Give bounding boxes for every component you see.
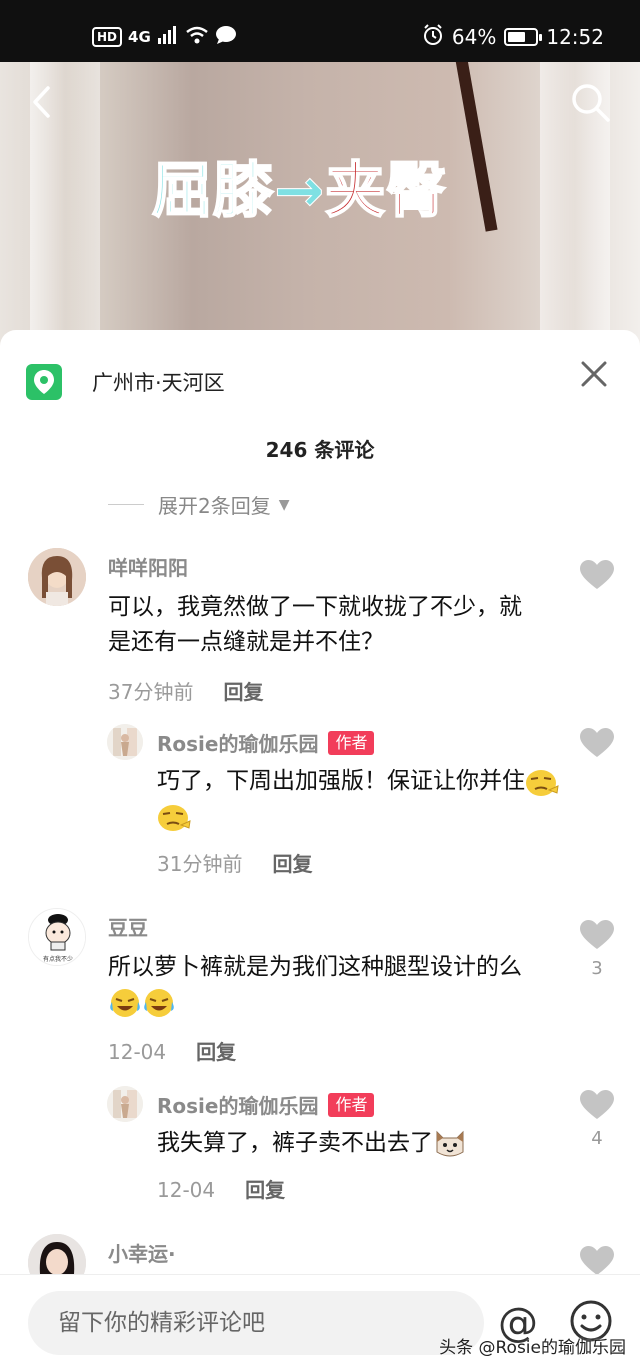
location-text: 广州市·天河区 — [92, 371, 225, 395]
status-bar: HD 4G 64% 12:52 — [0, 0, 640, 62]
message-icon — [215, 25, 237, 49]
smug-emoji-icon — [157, 801, 191, 833]
hd-indicator: HD — [92, 27, 123, 47]
battery-icon — [504, 28, 543, 46]
wall-pole — [454, 62, 498, 232]
comments-panel: 广州市·天河区 246 条评论 展开2条回复 ▼ 咩咩阳阳 可以，我竟然做了一下… — [0, 330, 640, 1369]
comment-time: 12-04 — [108, 1040, 167, 1064]
status-left: HD 4G — [92, 22, 237, 52]
laughing-crying-emoji-icon — [142, 987, 176, 1019]
comment-text: 我失算了，裤子卖不出去了 — [157, 1126, 567, 1161]
caption-part1: 屈膝 — [151, 155, 274, 227]
like-button[interactable] — [580, 728, 614, 766]
heart-icon — [580, 1090, 614, 1119]
avatar-caption: 有点我不少 — [42, 956, 73, 963]
author-badge: 作者 — [328, 730, 375, 755]
comment-meta: 12-04 回复 — [157, 1174, 285, 1203]
location-row[interactable]: 广州市·天河区 — [26, 362, 225, 402]
alarm-icon — [422, 23, 444, 51]
comment-author[interactable]: 咩咩阳阳 — [108, 552, 188, 581]
comment-author[interactable]: 小幸运· — [108, 1238, 176, 1267]
battery-fill — [508, 32, 525, 42]
battery-percent: 64% — [451, 25, 497, 49]
comment-text-content: 我失算了，裤子卖不出去了 — [157, 1130, 433, 1156]
comment-meta: 37分钟前 回复 — [108, 676, 263, 705]
comment-author: Rosie的瑜伽乐园 作者 — [157, 1090, 375, 1119]
back-button[interactable] — [24, 82, 64, 122]
author-name[interactable]: Rosie的瑜伽乐园 — [157, 728, 318, 757]
back-arrow-icon — [33, 86, 50, 118]
location-pin-icon — [26, 364, 62, 400]
heart-icon — [580, 560, 614, 589]
avatar[interactable] — [28, 548, 86, 606]
caret-down-icon: ▼ — [278, 496, 290, 513]
comment-time: 31分钟前 — [157, 852, 243, 876]
avatar[interactable] — [107, 724, 143, 760]
wifi-icon — [185, 26, 209, 48]
divider-line — [108, 504, 144, 505]
reply-button[interactable]: 回复 — [272, 852, 312, 876]
comment-time: 37分钟前 — [108, 680, 194, 704]
status-right: 64% 12:52 — [422, 22, 604, 52]
watermark: 头条 @Rosie的瑜伽乐园 — [439, 1338, 626, 1358]
avatar-image — [107, 724, 143, 760]
expand-replies-button[interactable]: 展开2条回复 ▼ — [108, 490, 290, 519]
like-button[interactable] — [580, 560, 614, 598]
like-button[interactable]: 4 — [580, 1090, 614, 1149]
avatar-image — [28, 548, 86, 606]
video-caption: 屈膝→夹臀 — [151, 142, 448, 229]
reply-button[interactable]: 回复 — [223, 680, 263, 704]
heart-icon — [580, 920, 614, 949]
comment-time: 12-04 — [157, 1178, 216, 1202]
comment-input-bar: @ 头条 @Rosie的瑜伽乐园 — [0, 1274, 640, 1369]
comment-meta: 12-04 回复 — [108, 1036, 236, 1065]
author-name[interactable]: Rosie的瑜伽乐园 — [157, 1090, 318, 1119]
comment-author[interactable]: 豆豆 — [108, 912, 148, 941]
like-button[interactable]: 3 — [580, 920, 614, 979]
comment-count: 246 条评论 — [265, 438, 375, 462]
comment-text: 可以，我竟然做了一下就收拢了不少，就是还有一点缝就是并不住？ — [108, 594, 522, 655]
expand-replies-label: 展开2条回复 — [158, 494, 271, 518]
like-count: 3 — [591, 958, 603, 979]
caption-part2: 夹臀 — [324, 155, 448, 227]
clock: 12:52 — [546, 25, 604, 49]
close-icon — [581, 361, 607, 387]
reply-button[interactable]: 回复 — [245, 1178, 285, 1202]
search-button[interactable] — [568, 80, 612, 124]
reply-button[interactable]: 回复 — [196, 1040, 236, 1064]
comment-meta: 31分钟前 回复 — [157, 848, 312, 877]
caption-arrow: → — [273, 156, 326, 227]
avatar-image — [107, 1086, 143, 1122]
smug-emoji-icon — [525, 766, 559, 798]
close-button[interactable] — [580, 360, 608, 388]
comment-text: 所以萝卜裤就是为我们这种腿型设计的么 — [108, 950, 548, 1020]
author-badge: 作者 — [328, 1092, 375, 1117]
search-icon — [572, 84, 610, 122]
heart-icon — [580, 728, 614, 757]
signal-icon — [157, 26, 179, 48]
comment-text-content: 所以萝卜裤就是为我们这种腿型设计的么 — [108, 954, 522, 980]
avatar[interactable]: 有点我不少 — [28, 908, 86, 966]
cat-emoji-icon — [433, 1128, 467, 1160]
comment-text: 巧了，下周出加强版！保证让你并住 — [157, 764, 567, 834]
laughing-crying-emoji-icon — [108, 987, 142, 1019]
video-player[interactable]: 屈膝→夹臀 — [0, 62, 640, 362]
like-count: 4 — [591, 1128, 603, 1149]
comment-text-content: 巧了，下周出加强版！保证让你并住 — [157, 768, 525, 794]
comment-input[interactable] — [28, 1291, 484, 1355]
network-type: 4G — [128, 28, 151, 46]
heart-icon — [580, 1246, 614, 1275]
avatar[interactable] — [107, 1086, 143, 1122]
comment-author: Rosie的瑜伽乐园 作者 — [157, 728, 375, 757]
